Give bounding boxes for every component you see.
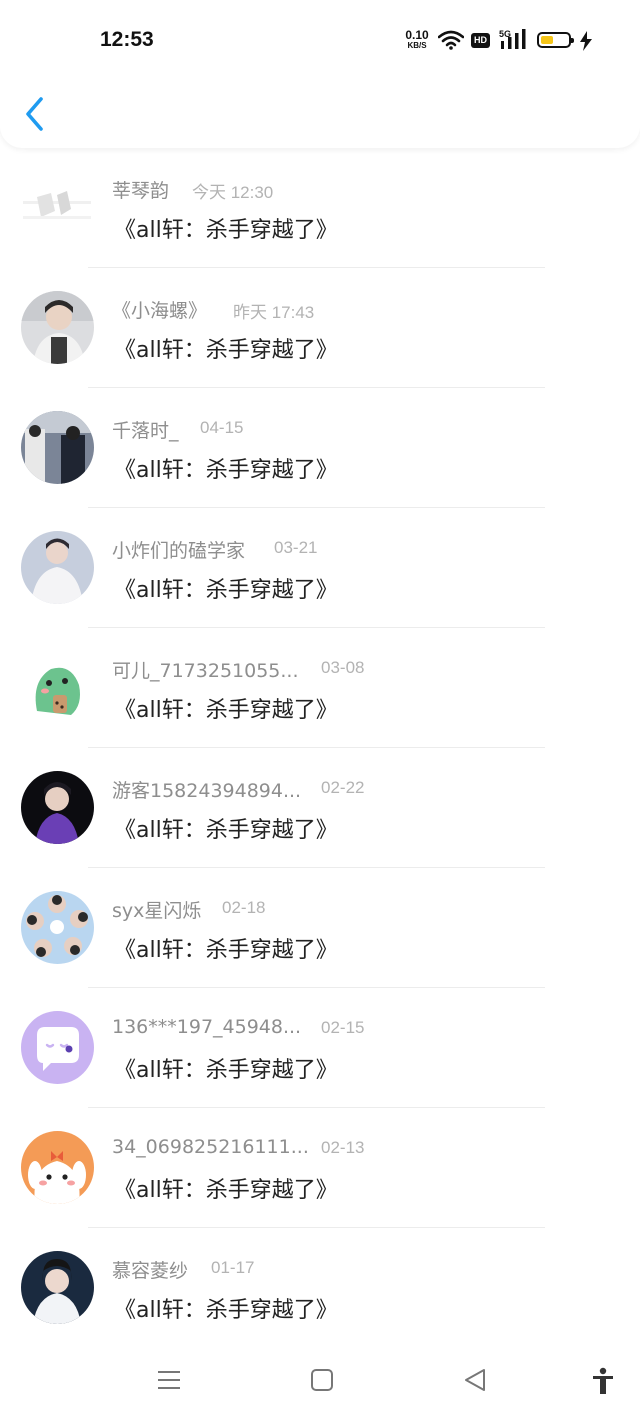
- charging-bolt-icon: [580, 31, 592, 51]
- work-title: 《all轩：杀手穿越了》: [114, 938, 338, 963]
- menu-icon: [158, 1371, 180, 1389]
- message-time: 04-15: [200, 418, 244, 437]
- avatar[interactable]: [21, 771, 94, 844]
- home-icon: [311, 1369, 333, 1391]
- work-title: 《all轩：杀手穿越了》: [114, 1058, 338, 1083]
- accessibility-icon: [593, 1367, 613, 1394]
- list-item[interactable]: 慕容菱纱 01-17 《all轩：杀手穿越了》: [0, 1228, 640, 1348]
- avatar[interactable]: [21, 411, 94, 484]
- list-item[interactable]: 千落时_ 04-15 《all轩：杀手穿越了》: [0, 388, 640, 508]
- back-button[interactable]: [20, 94, 50, 134]
- sender-name: 《小海螺》: [112, 300, 208, 322]
- sender-name: 小炸们的磕学家: [112, 540, 246, 562]
- avatar[interactable]: [21, 1011, 94, 1084]
- chevron-left-icon: [26, 97, 43, 131]
- sender-name: 34_069825216111...: [112, 1136, 309, 1158]
- sender-name: syx星闪烁: [112, 900, 202, 922]
- list-item[interactable]: 游客15824394894... 02-22 《all轩：杀手穿越了》: [0, 748, 640, 868]
- message-time: 03-21: [274, 538, 318, 557]
- work-title: 《all轩：杀手穿越了》: [114, 1298, 338, 1323]
- sender-name: 游客15824394894...: [112, 780, 302, 802]
- avatar[interactable]: [21, 171, 94, 244]
- work-title: 《all轩：杀手穿越了》: [114, 698, 338, 723]
- message-time: 03-08: [321, 658, 365, 677]
- message-list: 莘琴韵 今天 12:30 《all轩：杀手穿越了》 《小海螺》 昨天 17:43…: [0, 148, 640, 1348]
- message-time: 今天 12:30: [192, 183, 274, 202]
- hd-icon: HD: [471, 33, 490, 48]
- list-item[interactable]: 莘琴韵 今天 12:30 《all轩：杀手穿越了》: [0, 148, 640, 268]
- net-speed-value: 0.10: [405, 28, 429, 42]
- system-nav-bar: [0, 1345, 640, 1423]
- status-time: 12:53: [100, 28, 154, 51]
- list-item[interactable]: syx星闪烁 02-18 《all轩：杀手穿越了》: [0, 868, 640, 988]
- list-item[interactable]: 34_069825216111... 02-13 《all轩：杀手穿越了》: [0, 1108, 640, 1228]
- battery-icon: [537, 32, 574, 48]
- work-title: 《all轩：杀手穿越了》: [114, 218, 338, 243]
- message-time: 02-18: [222, 898, 266, 917]
- nav-back-button[interactable]: [462, 1367, 488, 1397]
- back-triangle-icon: [465, 1369, 485, 1391]
- work-title: 《all轩：杀手穿越了》: [114, 818, 338, 843]
- menu-button[interactable]: [156, 1367, 182, 1397]
- sender-name: 慕容菱纱: [112, 1260, 189, 1282]
- avatar[interactable]: [21, 1131, 94, 1204]
- net-speed-unit: KB/S: [407, 41, 427, 50]
- work-title: 《all轩：杀手穿越了》: [114, 1178, 338, 1203]
- wifi-icon: [438, 30, 464, 50]
- message-time: 02-22: [321, 778, 365, 797]
- list-item[interactable]: 136***197_45948... 02-15 《all轩：杀手穿越了》: [0, 988, 640, 1108]
- avatar[interactable]: [21, 1251, 94, 1324]
- work-title: 《all轩：杀手穿越了》: [114, 338, 338, 363]
- sender-name: 千落时_: [112, 420, 179, 442]
- message-time: 02-13: [321, 1138, 365, 1157]
- net-speed: 0.10 KB/S: [403, 29, 431, 50]
- message-time: 昨天 17:43: [233, 303, 315, 322]
- message-time: 01-17: [211, 1258, 255, 1277]
- avatar[interactable]: [21, 291, 94, 364]
- list-item[interactable]: 可儿_7173251055... 03-08 《all轩：杀手穿越了》: [0, 628, 640, 748]
- work-title: 《all轩：杀手穿越了》: [114, 458, 338, 483]
- avatar[interactable]: [21, 891, 94, 964]
- sender-name: 可儿_7173251055...: [112, 660, 299, 682]
- home-button[interactable]: [309, 1367, 335, 1397]
- header: 12:53 0.10 KB/S HD 5G: [0, 0, 640, 148]
- accessibility-button[interactable]: [590, 1367, 616, 1399]
- work-title: 《all轩：杀手穿越了》: [114, 578, 338, 603]
- list-item[interactable]: 《小海螺》 昨天 17:43 《all轩：杀手穿越了》: [0, 268, 640, 388]
- sender-name: 莘琴韵: [112, 180, 170, 202]
- sender-name: 136***197_45948...: [112, 1016, 302, 1038]
- list-item[interactable]: 小炸们的磕学家 03-21 《all轩：杀手穿越了》: [0, 508, 640, 628]
- avatar[interactable]: [21, 531, 94, 604]
- avatar[interactable]: [21, 651, 94, 724]
- message-time: 02-15: [321, 1018, 365, 1037]
- battery-level: [541, 36, 553, 44]
